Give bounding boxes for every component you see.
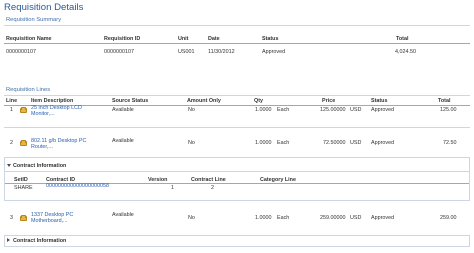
summary-date: 11/30/2012 [208,49,235,55]
collapse-icon[interactable] [7,164,11,167]
lines-header-amount-only: Amount Only [187,98,221,104]
lines-header-status: Status [371,98,388,104]
folder-icon[interactable] [20,107,27,113]
price: 125.00000 [320,107,346,113]
summary-header-id: Requisition ID [104,36,141,42]
lines-section-label: Requisition Lines [6,87,51,93]
price: 72.50000 [323,140,346,146]
qty: 1.0000 [255,215,272,221]
expand-icon[interactable] [7,238,10,242]
line-total: 72.50 [443,140,457,146]
lines-header-line: Line [6,98,18,104]
summary-status: Approved [262,49,286,55]
line-number: 2 [10,140,13,146]
contract-version: 1 [171,185,174,191]
page-title: Requisition Details [4,2,84,13]
currency: USD [350,215,362,221]
lines-divider [4,95,470,96]
uom: Each [277,140,290,146]
summary-id: 0000000107 [104,49,134,55]
amount-only: No [188,140,195,146]
lines-header-item: Item Description [31,98,74,104]
uom: Each [277,107,290,113]
contract-setid: SHARE [14,185,33,191]
currency: USD [350,107,362,113]
line-total: 125.00 [440,107,457,113]
summary-unit: US001 [178,49,195,55]
summary-header-unit: Unit [178,36,189,42]
contract-info-collapsed-label[interactable]: Contract Information [13,238,66,244]
qty: 1.0000 [255,107,272,113]
summary-section-label: Requisition Summary [6,17,62,23]
amount-only: No [188,107,195,113]
lines-header-price: Price [322,98,336,104]
contract-info-label[interactable]: Contract Information [13,163,66,169]
lines-header-source-status: Source Status [112,98,149,104]
contract-id-link[interactable]: 000000000000000000058 [46,183,109,189]
lines-header-qty: Qty [254,98,263,104]
item-description-link-cont[interactable]: Router,... [31,144,53,150]
folder-icon[interactable] [20,215,27,221]
contract-line: 2 [211,185,214,191]
qty: 1.0000 [255,140,272,146]
line-number: 3 [10,215,13,221]
price: 259.00000 [320,215,346,221]
line-status: Approved [371,215,395,221]
lines-header-total: Total [438,98,451,104]
summary-name: 0000000107 [6,49,36,55]
row-divider [4,127,470,128]
summary-header-status: Status [262,36,279,42]
source-status: Available [112,107,134,113]
source-status: Available [112,212,134,218]
summary-divider [4,25,470,26]
line-status: Approved [371,107,395,113]
line-number: 1 [10,107,13,113]
currency: USD [350,140,362,146]
line-status: Approved [371,140,395,146]
summary-header-divider [4,43,470,44]
summary-header-total: Total [396,36,409,42]
summary-total: 4,024.50 [395,49,416,55]
line-total: 259.00 [440,215,457,221]
item-description-link-cont[interactable]: Monitor,... [31,111,55,117]
uom: Each [277,215,290,221]
summary-header-date: Date [208,36,220,42]
source-status: Available [112,138,134,144]
summary-header-name: Requisition Name [6,36,52,42]
contract-divider [5,171,469,172]
contract-info-collapsed-panel [4,235,470,247]
amount-only: No [188,215,195,221]
folder-icon[interactable] [20,140,27,146]
item-description-link-cont[interactable]: Motherboard,... [31,218,68,224]
